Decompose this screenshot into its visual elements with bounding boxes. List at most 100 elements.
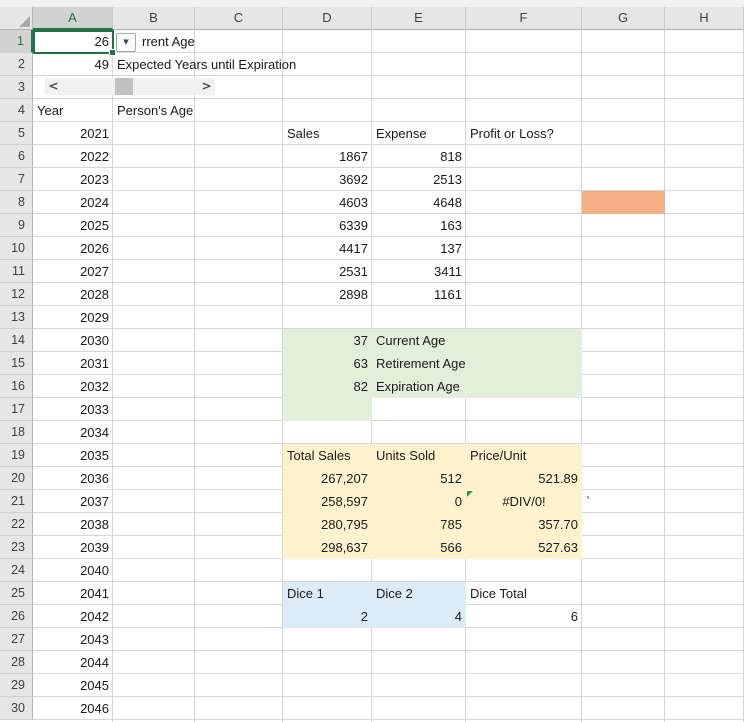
row-header-6[interactable]: 6 [0,145,33,168]
cell-B4[interactable]: Person's Age [117,99,193,122]
cell-A19[interactable]: 2035 [37,444,109,467]
cell-B2[interactable]: Expected Years until Expiration [117,53,296,76]
cell-D11[interactable]: 2531 [287,260,368,283]
row-header-30[interactable]: 30 [0,697,33,720]
cell-E26[interactable]: 4 [376,605,462,628]
cell-D12[interactable]: 2898 [287,283,368,306]
row-header-12[interactable]: 12 [0,283,33,306]
column-header-F[interactable]: F [466,7,582,30]
row-header-1[interactable]: 1 [0,30,33,53]
form-control-scrollbar[interactable]: < > [45,78,215,95]
cell-D20[interactable]: 267,207 [287,467,368,490]
scrollbar-right-arrow[interactable]: > [198,78,215,95]
cell-D22[interactable]: 280,795 [287,513,368,536]
cell-D15[interactable]: 63 [287,352,368,375]
cell-A12[interactable]: 2028 [37,283,109,306]
row-header-10[interactable]: 10 [0,237,33,260]
cell-A11[interactable]: 2027 [37,260,109,283]
row-header-26[interactable]: 26 [0,605,33,628]
cell-E15[interactable]: Retirement Age [376,352,466,375]
cell-E10[interactable]: 137 [376,237,462,260]
cell-E7[interactable]: 2513 [376,168,462,191]
column-header-B[interactable]: B [113,7,195,30]
column-header-H[interactable]: H [665,7,744,30]
cell-A5[interactable]: 2021 [37,122,109,145]
cell-A10[interactable]: 2026 [37,237,109,260]
column-header-G[interactable]: G [582,7,665,30]
cell-F21[interactable]: #DIV/0! [470,490,578,513]
row-header-18[interactable]: 18 [0,421,33,444]
row-header-20[interactable]: 20 [0,467,33,490]
cell-E6[interactable]: 818 [376,145,462,168]
cell-D16[interactable]: 82 [287,375,368,398]
cell-A4[interactable]: Year [37,99,109,122]
cell-D25[interactable]: Dice 1 [287,582,368,605]
row-header-2[interactable]: 2 [0,53,33,76]
row-header-17[interactable]: 17 [0,398,33,421]
cell-A9[interactable]: 2025 [37,214,109,237]
cell-A30[interactable]: 2046 [37,697,109,720]
cell-A14[interactable]: 2030 [37,329,109,352]
row-header-5[interactable]: 5 [0,122,33,145]
cell-A7[interactable]: 2023 [37,168,109,191]
cell-A2[interactable]: 49 [37,53,109,76]
cell-D5[interactable]: Sales [287,122,368,145]
row-header-21[interactable]: 21 [0,490,33,513]
cell-D23[interactable]: 298,637 [287,536,368,559]
row-header-8[interactable]: 8 [0,191,33,214]
row-header-25[interactable]: 25 [0,582,33,605]
cell-E25[interactable]: Dice 2 [376,582,462,605]
cell-E11[interactable]: 3411 [376,260,462,283]
cell-E5[interactable]: Expense [376,122,462,145]
cell-F26[interactable]: 6 [470,605,578,628]
cell-A28[interactable]: 2044 [37,651,109,674]
select-all-corner[interactable] [0,7,33,30]
row-header-4[interactable]: 4 [0,99,33,122]
cell-D14[interactable]: 37 [287,329,368,352]
cell-A25[interactable]: 2041 [37,582,109,605]
cell-F25[interactable]: Dice Total [470,582,578,605]
scrollbar-thumb[interactable] [115,78,133,95]
row-header-24[interactable]: 24 [0,559,33,582]
row-header-22[interactable]: 22 [0,513,33,536]
cell-E22[interactable]: 785 [376,513,462,536]
cell-E20[interactable]: 512 [376,467,462,490]
cell-A13[interactable]: 2029 [37,306,109,329]
row-header-23[interactable]: 23 [0,536,33,559]
cell-A29[interactable]: 2045 [37,674,109,697]
fill-handle[interactable] [109,49,116,56]
cell-A24[interactable]: 2040 [37,559,109,582]
cell-E16[interactable]: Expiration Age [376,375,462,398]
cell-A8[interactable]: 2024 [37,191,109,214]
cell-F5[interactable]: Profit or Loss? [470,122,578,145]
row-header-14[interactable]: 14 [0,329,33,352]
row-header-28[interactable]: 28 [0,651,33,674]
cell-D8[interactable]: 4603 [287,191,368,214]
row-header-7[interactable]: 7 [0,168,33,191]
column-header-E[interactable]: E [372,7,466,30]
cell-F22[interactable]: 357.70 [470,513,578,536]
cell-E21[interactable]: 0 [376,490,462,513]
cell-D19[interactable]: Total Sales [287,444,368,467]
cell-A22[interactable]: 2038 [37,513,109,536]
cell-E14[interactable]: Current Age [376,329,462,352]
data-validation-dropdown-button[interactable]: ▼ [116,33,136,52]
cell-E9[interactable]: 163 [376,214,462,237]
cell-A16[interactable]: 2032 [37,375,109,398]
row-header-15[interactable]: 15 [0,352,33,375]
row-header-3[interactable]: 3 [0,76,33,99]
cell-F23[interactable]: 527.63 [470,536,578,559]
cell-D21[interactable]: 258,597 [287,490,368,513]
scrollbar-left-arrow[interactable]: < [45,78,62,95]
cell-D6[interactable]: 1867 [287,145,368,168]
cell-D10[interactable]: 4417 [287,237,368,260]
row-header-11[interactable]: 11 [0,260,33,283]
cell-G21[interactable]: ` [586,490,661,513]
column-header-A[interactable]: A [33,7,113,30]
row-header-9[interactable]: 9 [0,214,33,237]
cell-E19[interactable]: Units Sold [376,444,462,467]
cell-A21[interactable]: 2037 [37,490,109,513]
cell-D26[interactable]: 2 [287,605,368,628]
row-header-19[interactable]: 19 [0,444,33,467]
cell-E23[interactable]: 566 [376,536,462,559]
